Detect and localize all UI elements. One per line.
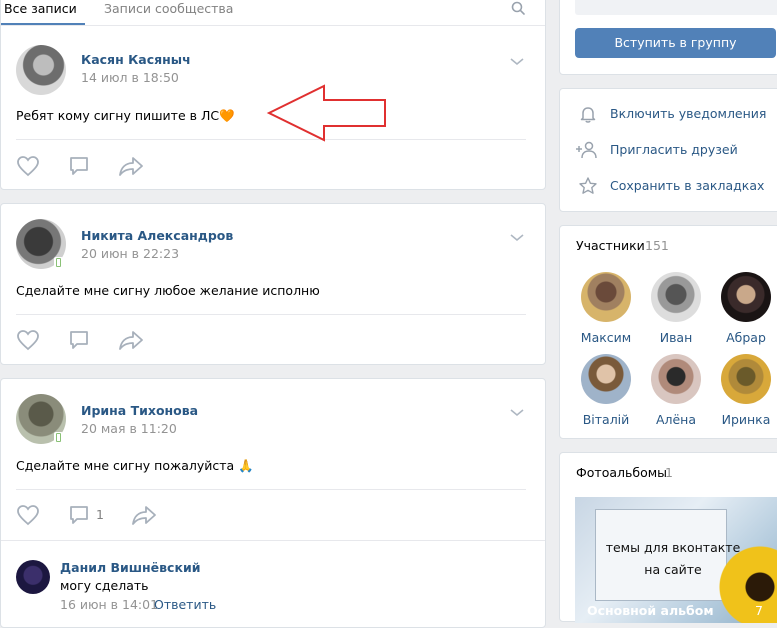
bell-icon	[578, 104, 598, 128]
comment-avatar[interactable]	[16, 560, 50, 594]
add-user-icon	[575, 140, 599, 164]
star-icon	[578, 176, 598, 200]
mobile-online-icon	[54, 432, 63, 444]
member-item[interactable]: Віталій	[574, 354, 638, 427]
reply-link[interactable]: Ответить	[154, 597, 216, 612]
member-avatar	[651, 272, 701, 322]
like-icon[interactable]	[16, 155, 40, 181]
comment-icon[interactable]	[68, 329, 90, 355]
tab-all-posts[interactable]: Все записи	[4, 1, 77, 16]
members-count: 151	[645, 238, 669, 253]
post-author[interactable]: Касян Касяныч	[81, 52, 191, 67]
member-avatar	[721, 354, 771, 404]
album-cover[interactable]: темы для вконтакте на сайте Основной аль…	[575, 497, 777, 623]
comment-date[interactable]: 16 июн в 14:01	[60, 597, 158, 612]
albums-card: Фотоальбомы 1 темы для вконтакте на сайт…	[559, 452, 777, 623]
actions-card: Включить уведомления Пригласить друзей С…	[559, 88, 777, 212]
chevron-down-icon[interactable]	[509, 232, 525, 247]
like-icon[interactable]	[16, 329, 40, 355]
albums-title[interactable]: Фотоальбомы	[576, 465, 667, 480]
member-name: Максим	[580, 330, 632, 345]
albums-count: 1	[665, 465, 673, 480]
album-caption: темы для вконтакте на сайте	[605, 540, 741, 577]
member-item[interactable]: Иринка	[714, 354, 777, 427]
post-divider	[16, 314, 526, 315]
chevron-down-icon[interactable]	[509, 407, 525, 422]
wall-card-2: Никита Александров 20 июн в 22:23 Сделай…	[0, 203, 546, 365]
tab-community-posts[interactable]: Записи сообщества	[104, 1, 233, 16]
member-item[interactable]: Максим	[574, 272, 638, 345]
member-item[interactable]: Алёна	[644, 354, 708, 427]
comment-icon[interactable]	[68, 504, 90, 530]
comment-count[interactable]: 1	[96, 507, 104, 522]
post-date[interactable]: 20 июн в 22:23	[81, 246, 179, 261]
members-title[interactable]: Участники	[576, 238, 645, 253]
comment-icon[interactable]	[68, 155, 90, 181]
post-author[interactable]: Никита Александров	[81, 228, 233, 243]
avatar[interactable]	[16, 45, 66, 95]
member-avatar	[581, 272, 631, 322]
annotation-arrow	[266, 84, 386, 142]
search-icon[interactable]	[511, 1, 526, 20]
member-name: Иван	[659, 330, 693, 345]
comment-author[interactable]: Данил Вишнёвский	[60, 560, 200, 575]
member-name: Абрар	[726, 330, 766, 345]
member-name: Алёна	[655, 412, 697, 427]
album-name: Основной альбом	[587, 603, 714, 618]
cover-placeholder	[575, 0, 777, 15]
wall-card-3: Ирина Тихонова 20 мая в 11:20 Сделайте м…	[0, 378, 546, 628]
post-date[interactable]: 14 июл в 18:50	[81, 70, 179, 85]
members-card: Участники 151 Максим Иван Абрар Віталій …	[559, 225, 777, 439]
heart-emoji-icon: 🧡	[219, 108, 235, 123]
join-card: Вступить в группу	[559, 0, 777, 75]
share-icon[interactable]	[118, 329, 144, 355]
member-item[interactable]: Абрар	[714, 272, 777, 345]
comments-divider	[1, 540, 545, 541]
invite-friends-link[interactable]: Пригласить друзей	[610, 142, 738, 157]
member-name: Віталій	[582, 412, 630, 427]
share-icon[interactable]	[131, 504, 157, 530]
like-icon[interactable]	[16, 504, 40, 530]
post-text: Сделайте мне сигну пожалуйста 🙏	[16, 458, 254, 473]
add-bookmark-link[interactable]: Сохранить в закладках	[610, 178, 764, 193]
post-divider	[16, 489, 526, 490]
member-name: Иринка	[721, 412, 771, 427]
comment-text: могу сделать	[60, 578, 149, 593]
tab-divider	[1, 25, 545, 26]
member-avatar	[651, 354, 701, 404]
chevron-down-icon[interactable]	[509, 56, 525, 71]
member-item[interactable]: Иван	[644, 272, 708, 345]
praying-hands-emoji-icon: 🙏	[238, 458, 254, 473]
mobile-online-icon	[54, 257, 63, 269]
post-text: Сделайте мне сигну любое желание исполню	[16, 283, 320, 298]
post-date[interactable]: 20 мая в 11:20	[81, 421, 177, 436]
member-avatar	[721, 272, 771, 322]
post-text: Ребят кому сигну пишите в ЛС🧡	[16, 108, 235, 123]
enable-notifications-link[interactable]: Включить уведомления	[610, 106, 766, 121]
album-photo-count: 7	[755, 603, 763, 618]
post-author[interactable]: Ирина Тихонова	[81, 403, 198, 418]
join-group-button[interactable]: Вступить в группу	[575, 28, 776, 58]
share-icon[interactable]	[118, 155, 144, 181]
join-group-label: Вступить в группу	[614, 35, 737, 50]
member-avatar	[581, 354, 631, 404]
